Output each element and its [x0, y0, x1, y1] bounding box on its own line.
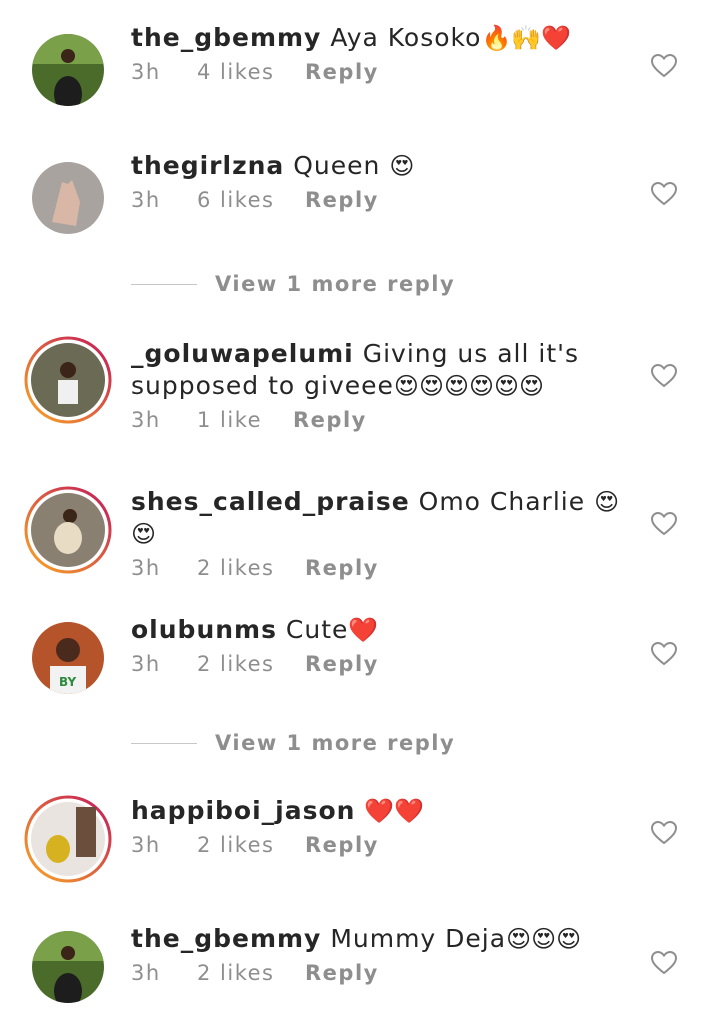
- comment-text: Cute: [285, 615, 349, 644]
- view-more-label[interactable]: View 1 more reply: [215, 731, 455, 755]
- comment-time: 3h: [131, 961, 161, 985]
- comment-username[interactable]: _goluwapelumi: [131, 339, 354, 368]
- comment-text: Omo Charlie: [418, 487, 586, 516]
- comment-time: 3h: [131, 408, 161, 432]
- comment-likes[interactable]: 2 likes: [197, 652, 305, 676]
- view-more-replies[interactable]: View 1 more reply: [131, 728, 531, 758]
- comment-username[interactable]: thegirlzna: [131, 151, 284, 180]
- comment-emoji: 😍😍😍: [506, 925, 582, 953]
- avatar[interactable]: [24, 336, 112, 424]
- comment-likes[interactable]: 6 likes: [197, 188, 305, 212]
- comment-time: 3h: [131, 833, 161, 857]
- avatar[interactable]: [24, 486, 112, 574]
- comment-emoji: ❤️: [348, 616, 379, 644]
- reply-button[interactable]: Reply: [305, 961, 379, 985]
- comment-likes[interactable]: 2 likes: [197, 833, 305, 857]
- heart-outline-icon[interactable]: [651, 364, 677, 388]
- view-more-replies[interactable]: View 1 more reply: [131, 269, 531, 299]
- comment-username[interactable]: the_gbemmy: [131, 924, 321, 953]
- heart-outline-icon[interactable]: [651, 512, 677, 536]
- reply-button[interactable]: Reply: [305, 556, 379, 580]
- comment-time: 3h: [131, 188, 161, 212]
- avatar[interactable]: [32, 34, 104, 106]
- heart-outline-icon[interactable]: [651, 821, 677, 845]
- comment-emoji: 😍: [389, 152, 415, 180]
- comment-emoji: ❤️❤️: [364, 797, 425, 825]
- comment-likes[interactable]: 4 likes: [197, 60, 305, 84]
- avatar[interactable]: [32, 931, 104, 1003]
- comment-likes[interactable]: 2 likes: [197, 556, 305, 580]
- comment-text: Queen: [293, 151, 381, 180]
- comment-likes[interactable]: 2 likes: [197, 961, 305, 985]
- comment-emoji: 😍😍😍😍😍😍: [393, 372, 545, 400]
- divider-line: [131, 283, 197, 285]
- avatar[interactable]: BY: [32, 622, 104, 694]
- avatar[interactable]: [24, 795, 112, 883]
- comment-time: 3h: [131, 60, 161, 84]
- reply-button[interactable]: Reply: [305, 652, 379, 676]
- reply-button[interactable]: Reply: [305, 60, 379, 84]
- svg-text:BY: BY: [59, 675, 76, 689]
- heart-outline-icon[interactable]: [651, 182, 677, 206]
- comment-text: Aya Kosoko: [330, 23, 482, 52]
- heart-outline-icon[interactable]: [651, 642, 677, 666]
- comment-username[interactable]: the_gbemmy: [131, 23, 321, 52]
- comment-time: 3h: [131, 556, 161, 580]
- view-more-label[interactable]: View 1 more reply: [215, 272, 455, 296]
- reply-button[interactable]: Reply: [293, 408, 367, 432]
- divider-line: [131, 742, 197, 744]
- heart-outline-icon[interactable]: [651, 54, 677, 78]
- avatar[interactable]: [32, 162, 104, 234]
- comment-username[interactable]: shes_called_praise: [131, 487, 410, 516]
- comment-time: 3h: [131, 652, 161, 676]
- reply-button[interactable]: Reply: [305, 188, 379, 212]
- reply-button[interactable]: Reply: [305, 833, 379, 857]
- comment-text: Mummy Deja: [330, 924, 507, 953]
- comment-username[interactable]: happiboi_jason: [131, 796, 355, 825]
- comment-emoji: 🔥🙌❤️: [481, 24, 572, 52]
- comment-username[interactable]: olubunms: [131, 615, 277, 644]
- heart-outline-icon[interactable]: [651, 951, 677, 975]
- comment-likes[interactable]: 1 like: [197, 408, 293, 432]
